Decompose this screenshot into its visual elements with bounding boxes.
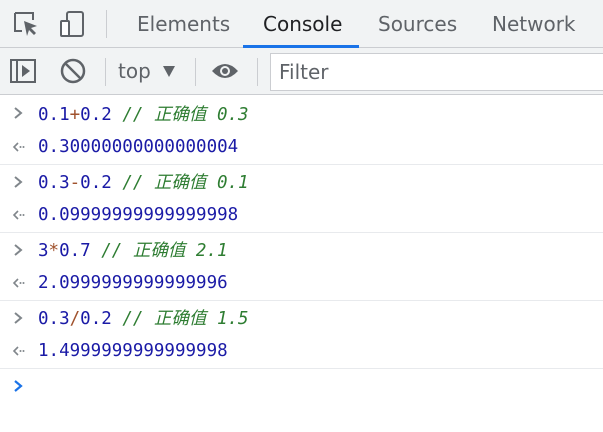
operand: 0.7 — [59, 241, 91, 261]
comment-expected-value: 1.5 — [216, 309, 249, 329]
console-prompt[interactable] — [0, 368, 603, 404]
result-arrow-icon — [8, 198, 28, 232]
console-result-value[interactable]: 0.09999999999999998 — [38, 205, 238, 225]
tab-network[interactable]: Network — [492, 0, 576, 48]
input-chevron-icon — [8, 233, 28, 267]
code-comment: // 正确值 — [122, 309, 217, 329]
input-chevron-icon — [8, 165, 28, 199]
operand: 0.2 — [80, 309, 112, 329]
console-input-row: 0.3-0.2 // 正确值 0.1 — [0, 164, 603, 198]
operand: 3 — [38, 241, 49, 261]
console-result-value[interactable]: 0.30000000000000004 — [38, 137, 238, 157]
console-result-value[interactable]: 2.0999999999999996 — [38, 273, 228, 293]
show-console-sidebar-icon[interactable] — [8, 56, 38, 86]
clear-console-icon[interactable] — [58, 56, 88, 86]
console-messages: 0.1+0.2 // 正确值 0.3 0.30000000000000004 0… — [0, 96, 603, 404]
console-result-row: 0.09999999999999998 — [0, 198, 603, 232]
live-expression-eye-icon[interactable] — [210, 56, 240, 86]
devtools-tabbar: Elements Console Sources Network — [0, 0, 603, 48]
console-input-row: 3*0.7 // 正确值 2.1 — [0, 232, 603, 266]
tab-elements[interactable]: Elements — [137, 0, 230, 48]
device-toolbar-icon[interactable] — [56, 8, 88, 40]
input-chevron-icon — [8, 96, 28, 130]
code-comment: // 正确值 — [122, 173, 217, 193]
toolbar-divider — [195, 58, 196, 86]
operator: + — [69, 104, 81, 125]
operand: 0.2 — [80, 104, 112, 125]
console-input-row: 0.3/0.2 // 正确值 1.5 — [0, 300, 603, 334]
comment-expected-value: 0.3 — [216, 104, 249, 125]
console-input-row: 0.1+0.2 // 正确值 0.3 — [0, 96, 603, 130]
input-chevron-icon — [8, 301, 28, 335]
context-label: top — [118, 59, 151, 83]
toolbar-divider — [257, 58, 258, 86]
console-input-code[interactable]: 0.3-0.2 // 正确值 0.1 — [38, 169, 249, 194]
filter-input[interactable] — [270, 53, 603, 91]
operand: 0.2 — [80, 173, 112, 193]
console-result-value[interactable]: 1.4999999999999998 — [38, 341, 228, 361]
console-result-row: 0.30000000000000004 — [0, 130, 603, 164]
tab-divider — [106, 10, 107, 38]
operator: - — [69, 173, 81, 193]
caret-down-icon — [162, 65, 175, 77]
console-toolbar: top — [0, 48, 603, 95]
operator: / — [69, 309, 81, 329]
inspect-element-icon[interactable] — [10, 8, 42, 40]
operand: 0.1 — [38, 104, 70, 125]
console-input-code[interactable]: 0.1+0.2 // 正确值 0.3 — [38, 101, 249, 126]
code-comment: // 正确值 — [122, 104, 217, 125]
console-input-code[interactable]: 0.3/0.2 // 正确值 1.5 — [38, 305, 249, 330]
tab-console[interactable]: Console — [263, 0, 342, 48]
console-result-row: 1.4999999999999998 — [0, 334, 603, 368]
operator: * — [48, 241, 60, 261]
result-arrow-icon — [8, 266, 28, 300]
prompt-chevron-icon — [8, 369, 28, 403]
result-arrow-icon — [8, 130, 28, 164]
comment-expected-value: 2.1 — [195, 241, 228, 261]
code-comment: // 正确值 — [101, 241, 196, 261]
console-result-row: 2.0999999999999996 — [0, 266, 603, 300]
comment-expected-value: 0.1 — [216, 173, 249, 193]
result-arrow-icon — [8, 334, 28, 368]
toolbar-divider — [105, 58, 106, 86]
operand: 0.3 — [38, 309, 70, 329]
context-selector[interactable]: top — [118, 56, 175, 86]
operand: 0.3 — [38, 173, 70, 193]
console-input-code[interactable]: 3*0.7 // 正确值 2.1 — [38, 237, 228, 262]
tab-sources[interactable]: Sources — [378, 0, 457, 48]
